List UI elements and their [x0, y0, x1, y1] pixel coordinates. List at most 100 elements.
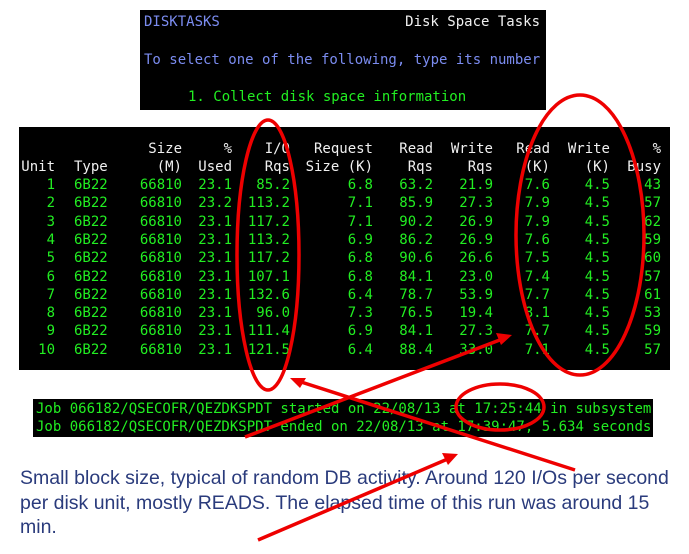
screen-id: DISKTASKS [144, 14, 220, 30]
cell-request-size-k: 6.9 [347, 323, 373, 340]
cell-write-rqs: 26.9 [459, 231, 493, 248]
cell-write-k: 4.5 [584, 305, 610, 322]
cell-write-k: 4.5 [584, 177, 610, 193]
cell-io-rqs: 132.6 [247, 286, 290, 303]
header-read-k: Read [516, 141, 550, 157]
cell-unit: 6 [46, 268, 55, 285]
cell-type: 6B22 [74, 323, 108, 340]
header-write-k-line2: (K) [584, 159, 610, 175]
cell-write-k: 4.5 [584, 268, 610, 285]
cell-pct-used: 23.1 [198, 250, 232, 267]
cell-type: 6B22 [74, 268, 108, 285]
cell-size-m: 66810 [139, 195, 182, 212]
cell-request-size-k: 6.8 [347, 268, 373, 285]
cell-size-m: 66810 [139, 177, 182, 193]
cell-size-m: 66810 [139, 341, 182, 358]
menu-option-1[interactable]: 1. Collect disk space information [188, 89, 466, 105]
cell-io-rqs: 117.2 [247, 250, 290, 267]
cell-type: 6B22 [74, 213, 108, 230]
cell-write-k: 4.5 [584, 231, 610, 248]
cell-io-rqs: 96.0 [256, 305, 290, 322]
cell-pct-busy: 57 [644, 195, 661, 212]
cell-type: 6B22 [74, 177, 108, 193]
cell-request-size-k: 7.3 [347, 305, 373, 322]
cell-io-rqs: 117.2 [247, 213, 290, 230]
cell-io-rqs: 111.4 [247, 323, 290, 340]
cell-read-k: 8.1 [524, 305, 550, 322]
cell-type: 6B22 [74, 341, 108, 358]
header-write-k: Write [567, 141, 610, 157]
cell-io-rqs: 113.2 [247, 231, 290, 248]
disk-tasks-menu-panel: DISKTASKS Disk Space Tasks To select one… [140, 10, 546, 110]
header-pct-used: % [223, 141, 232, 157]
cell-read-k: 7.1 [524, 341, 550, 358]
screen-title: Disk Space Tasks [405, 14, 540, 30]
cell-write-rqs: 33.0 [459, 341, 493, 358]
cell-read-k: 7.9 [524, 213, 550, 230]
job-log-started: Job 066182/QSECOFR/QEZDKSPDT started on … [36, 401, 652, 417]
cell-unit: 4 [46, 231, 55, 248]
cell-pct-used: 23.1 [198, 213, 232, 230]
cell-write-rqs: 27.3 [459, 323, 493, 340]
cell-request-size-k: 6.4 [347, 341, 373, 358]
header-pct-busy: % [652, 141, 661, 157]
cell-pct-busy: 57 [644, 268, 661, 285]
cell-pct-busy: 43 [644, 177, 661, 193]
cell-write-rqs: 53.9 [459, 286, 493, 303]
cell-pct-busy: 57 [644, 341, 661, 358]
header-request-size-k-line2: Size (K) [305, 159, 373, 175]
cell-write-k: 4.5 [584, 286, 610, 303]
cell-pct-used: 23.1 [198, 268, 232, 285]
cell-type: 6B22 [74, 195, 108, 212]
cell-unit: 3 [46, 213, 55, 230]
cell-unit: 10 [38, 341, 55, 358]
cell-size-m: 66810 [139, 268, 182, 285]
header-size-m-line2: (M) [156, 159, 182, 175]
cell-unit: 1 [46, 177, 55, 193]
cell-unit: 2 [46, 195, 55, 212]
cell-write-k: 4.5 [584, 323, 610, 340]
cell-write-rqs: 26.6 [459, 250, 493, 267]
cell-pct-busy: 60 [644, 250, 661, 267]
cell-io-rqs: 113.2 [247, 195, 290, 212]
cell-read-rqs: 78.7 [399, 286, 433, 303]
cell-read-k: 7.7 [524, 323, 550, 340]
cell-unit: 9 [46, 323, 55, 340]
cell-io-rqs: 85.2 [256, 177, 290, 193]
header-io-rqs-line2: Rqs [264, 159, 290, 175]
cell-write-k: 4.5 [584, 195, 610, 212]
header-type-line2: Type [74, 159, 108, 175]
instruction-text: To select one of the following, type its… [144, 52, 541, 68]
cell-size-m: 66810 [139, 305, 182, 322]
cell-read-k: 7.4 [524, 268, 550, 285]
cell-write-rqs: 19.4 [459, 305, 493, 322]
cell-size-m: 66810 [139, 231, 182, 248]
cell-size-m: 66810 [139, 213, 182, 230]
header-request-size-k: Request [313, 141, 373, 157]
cell-request-size-k: 6.4 [347, 286, 373, 303]
cell-write-rqs: 21.9 [459, 177, 493, 193]
cell-pct-used: 23.1 [198, 341, 232, 358]
cell-pct-busy: 53 [644, 305, 661, 322]
cell-size-m: 66810 [139, 250, 182, 267]
header-pct-busy-line2: Busy [627, 159, 661, 175]
header-read-rqs: Read [399, 141, 433, 157]
job-log-ended: Job 066182/QSECOFR/QEZDKSPDT ended on 22… [36, 419, 652, 435]
cell-read-k: 7.7 [524, 286, 550, 303]
cell-pct-busy: 62 [644, 213, 661, 230]
cell-read-k: 7.6 [524, 231, 550, 248]
cell-read-rqs: 85.9 [399, 195, 433, 212]
cell-read-rqs: 63.2 [399, 177, 433, 193]
cell-unit: 7 [46, 286, 55, 303]
cell-size-m: 66810 [139, 323, 182, 340]
cell-pct-used: 23.1 [198, 231, 232, 248]
cell-pct-busy: 61 [644, 286, 661, 303]
cell-write-rqs: 27.3 [459, 195, 493, 212]
header-size-m: Size [148, 141, 182, 157]
cell-pct-busy: 59 [644, 231, 661, 248]
cell-read-k: 7.5 [524, 250, 550, 267]
cell-request-size-k: 7.1 [347, 195, 373, 212]
cell-read-k: 7.9 [524, 195, 550, 212]
cell-type: 6B22 [74, 250, 108, 267]
disk-stats-table: Size% I/O Request Read Write Read Write% Unit Ty… [19, 127, 670, 370]
